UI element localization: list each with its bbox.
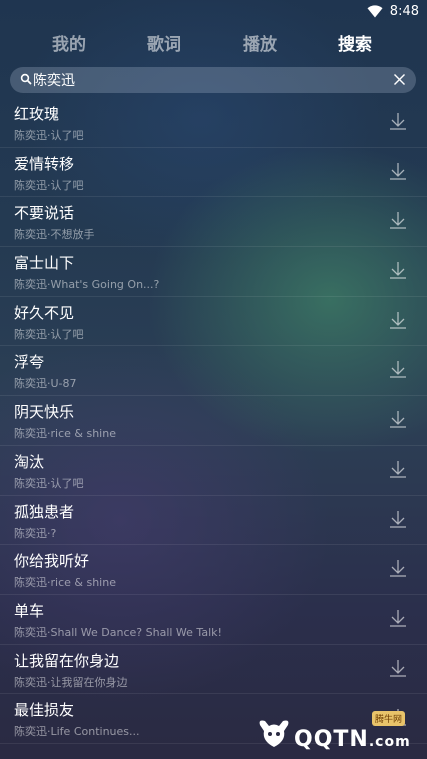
close-icon[interactable]	[393, 73, 406, 86]
song-row[interactable]: 爱情转移陈奕迅·认了吧	[0, 148, 427, 198]
download-icon[interactable]	[389, 609, 407, 627]
download-icon[interactable]	[389, 510, 407, 528]
download-icon[interactable]	[389, 559, 407, 577]
song-subtitle: 陈奕迅·rice & shine	[14, 427, 116, 441]
song-subtitle: 陈奕迅·认了吧	[14, 327, 84, 341]
bull-logo-icon	[259, 720, 289, 747]
song-subtitle: 陈奕迅·Shall We Dance? Shall We Talk!	[14, 625, 222, 639]
song-title: 富士山下	[14, 254, 75, 273]
song-row[interactable]: 淘汰陈奕迅·认了吧	[0, 446, 427, 496]
status-time: 8:48	[389, 4, 419, 19]
song-list: 红玫瑰 陈奕迅·认了吧 爱情转移 陈奕迅·认了吧 不要说话 陈奕迅·不想放手 富士山下 陈奕迅…	[0, 98, 427, 744]
song-subtitle: 陈奕迅·U-87	[14, 377, 77, 391]
song-subtitle: 陈奕迅·不想放手	[14, 228, 95, 242]
song-subtitle: 陈奕迅·认了吧	[14, 129, 84, 142]
top-tabs: 我的 歌词 播放 搜索	[0, 30, 427, 58]
song-title: 最佳损友	[14, 701, 75, 720]
song-row[interactable]: 浮夸陈奕迅·U-87	[0, 346, 427, 397]
song-subtitle: 陈奕迅·认了吧	[14, 178, 84, 192]
song-title: 红玫瑰	[14, 105, 60, 123]
song-row[interactable]: 你给我听好陈奕迅·rice & shine	[0, 545, 427, 595]
watermark-text: QQTN	[294, 727, 369, 752]
download-icon[interactable]	[389, 410, 407, 428]
search-input[interactable]	[33, 69, 383, 91]
song-title: 孤独患者	[14, 502, 75, 521]
song-title: 好久不见	[14, 303, 75, 322]
song-row[interactable]: 阴天快乐陈奕迅·rice & shine	[0, 396, 427, 446]
song-row[interactable]: 好久不见陈奕迅·认了吧	[0, 297, 427, 347]
tab-mine[interactable]: 我的	[52, 30, 86, 55]
watermark-logo: QQTN.com 腾牛网	[256, 711, 421, 755]
status-bar: 8:48	[0, 0, 427, 24]
download-icon[interactable]	[389, 360, 407, 379]
song-title: 你给我听好	[14, 552, 90, 571]
song-subtitle: 陈奕迅·What's Going On...?	[14, 278, 160, 292]
download-icon[interactable]	[389, 211, 407, 230]
search-icon	[20, 73, 32, 85]
download-icon[interactable]	[389, 460, 407, 478]
song-subtitle: 陈奕迅·rice & shine	[14, 576, 116, 590]
song-row[interactable]: 让我留在你身边陈奕迅·让我留在你身边	[0, 645, 427, 695]
tab-playing[interactable]: 播放	[243, 30, 277, 55]
song-row[interactable]: 不要说话陈奕迅·不想放手	[0, 197, 427, 248]
tab-lyrics[interactable]: 歌词	[147, 30, 181, 55]
download-icon[interactable]	[389, 311, 407, 329]
song-subtitle: 陈奕迅·认了吧	[14, 476, 84, 490]
wifi-icon	[367, 5, 383, 18]
song-subtitle: 陈奕迅·让我留在你身边	[14, 675, 128, 689]
song-row[interactable]: 红玫瑰陈奕迅·认了吧	[0, 98, 427, 148]
watermark-suffix: .com	[368, 734, 411, 750]
song-title: 淘汰	[14, 452, 45, 471]
song-title: 爱情转移	[14, 154, 75, 173]
tab-search[interactable]: 搜索	[338, 30, 372, 55]
download-icon[interactable]	[389, 162, 407, 180]
watermark-badge: 腾牛网	[371, 711, 405, 726]
song-row[interactable]: 孤独患者陈奕迅·?	[0, 496, 427, 546]
download-icon[interactable]	[389, 112, 407, 130]
song-title: 浮夸	[14, 353, 45, 372]
song-row[interactable]: 富士山下陈奕迅·What's Going On...?	[0, 247, 427, 297]
song-title: 不要说话	[14, 204, 75, 223]
search-bar	[10, 67, 416, 93]
song-title: 让我留在你身边	[14, 651, 120, 670]
download-icon[interactable]	[389, 659, 407, 677]
song-subtitle: 陈奕迅·?	[14, 526, 57, 540]
song-title: 阴天快乐	[14, 403, 75, 422]
song-title: 单车	[14, 601, 45, 620]
download-icon[interactable]	[389, 261, 407, 279]
song-subtitle: 陈奕迅·Life Continues...	[14, 725, 140, 739]
song-row[interactable]: 单车陈奕迅·Shall We Dance? Shall We Talk!	[0, 595, 427, 645]
